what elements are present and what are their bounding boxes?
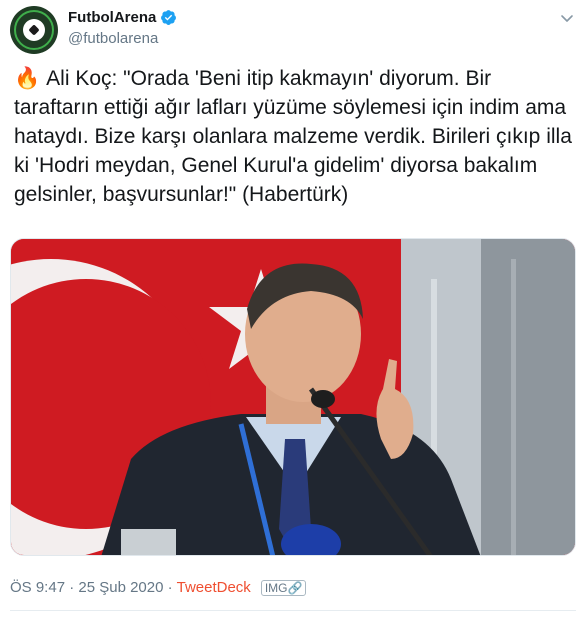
photo-illustration [11, 239, 575, 555]
verified-badge-icon [161, 10, 177, 25]
author-name[interactable]: FutbolArena [68, 9, 156, 26]
image-badge: IMG🔗 [260, 579, 307, 596]
tweet-photo[interactable] [10, 238, 576, 556]
fire-emoji-icon: 🔥 [14, 67, 41, 90]
tweet-timestamp[interactable]: ÖS 9:47 · 25 Şub 2020 · [10, 579, 173, 596]
avatar[interactable] [10, 6, 58, 54]
author-handle[interactable]: @futbolarena [68, 30, 158, 47]
soccer-ball-icon [23, 19, 45, 41]
tweet-body: Ali Koç: "Orada 'Beni itip kakmayın' diy… [14, 67, 572, 206]
divider [10, 610, 576, 611]
tweet-source-link[interactable]: TweetDeck [177, 579, 251, 596]
tweet-meta: ÖS 9:47 · 25 Şub 2020 · TweetDeck IMG🔗 [10, 579, 307, 596]
chevron-down-icon[interactable] [559, 10, 575, 26]
author-name-row[interactable]: FutbolArena [68, 9, 177, 26]
tweet-text: 🔥 Ali Koç: "Orada 'Beni itip kakmayın' di… [14, 64, 574, 209]
